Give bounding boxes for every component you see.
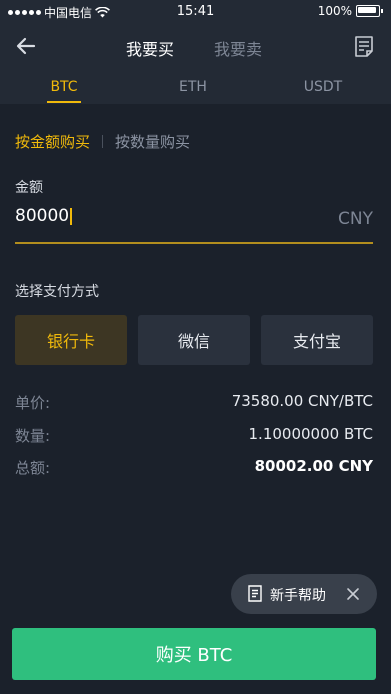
text-caret (70, 207, 73, 225)
beginner-help-pill: 新手帮助 (231, 574, 377, 614)
active-tab-indicator (47, 101, 81, 103)
orders-document-icon[interactable] (354, 35, 374, 57)
tab-usdt[interactable]: USDT (283, 79, 363, 95)
help-label[interactable]: 新手帮助 (270, 585, 326, 605)
payment-method-label: 选择支付方式 (15, 284, 99, 300)
coin-tabs: BTC ETH USDT (0, 68, 391, 104)
tab-buy[interactable]: 我要买 (126, 36, 174, 60)
battery-tip (381, 9, 383, 13)
quantity-value: 1.10000000 BTC (248, 425, 373, 443)
tab-eth[interactable]: ETH (153, 79, 233, 95)
payment-alipay-button[interactable]: 支付宝 (261, 315, 373, 365)
quantity-label: 数量: (15, 427, 51, 445)
buy-btc-button[interactable]: 购买 BTC (12, 628, 376, 680)
unit-price-label: 单价: (15, 394, 51, 412)
unit-price-row: 单价: 73580.00 CNY/BTC (15, 392, 373, 414)
amount-field[interactable]: 80000 CNY (15, 200, 373, 244)
total-label: 总额: (15, 459, 51, 477)
nav-bar: 我要买 我要卖 (0, 24, 391, 68)
unit-price-value: 73580.00 CNY/BTC (231, 392, 373, 410)
close-icon[interactable] (346, 587, 360, 601)
payment-wechat-button[interactable]: 微信 (138, 315, 250, 365)
battery-percent: 100% (317, 4, 352, 18)
purchase-mode-selector: 按金额购买 按数量购买 (15, 131, 190, 152)
help-document-icon[interactable] (248, 585, 262, 602)
amount-value: 80000 (15, 206, 70, 226)
total-value: 80002.00 CNY (254, 457, 373, 475)
amount-unit: CNY (338, 209, 373, 229)
tab-sell[interactable]: 我要卖 (214, 36, 262, 60)
mode-by-quantity[interactable]: 按数量购买 (115, 131, 190, 152)
mode-divider (102, 135, 104, 148)
status-bar: 中国电信 15:41 100% (0, 0, 391, 24)
quantity-row: 数量: 1.10000000 BTC (15, 425, 373, 447)
tab-btc[interactable]: BTC (24, 79, 104, 95)
payment-bank-card-button[interactable]: 银行卡 (15, 315, 127, 365)
battery-icon (356, 5, 380, 17)
amount-input[interactable]: 80000 (15, 206, 73, 226)
total-row: 总额: 80002.00 CNY (15, 457, 373, 479)
back-arrow-icon[interactable] (14, 34, 38, 58)
mode-by-amount[interactable]: 按金额购买 (15, 131, 90, 152)
status-battery-group: 100% (318, 4, 383, 18)
amount-label: 金额 (15, 180, 43, 196)
